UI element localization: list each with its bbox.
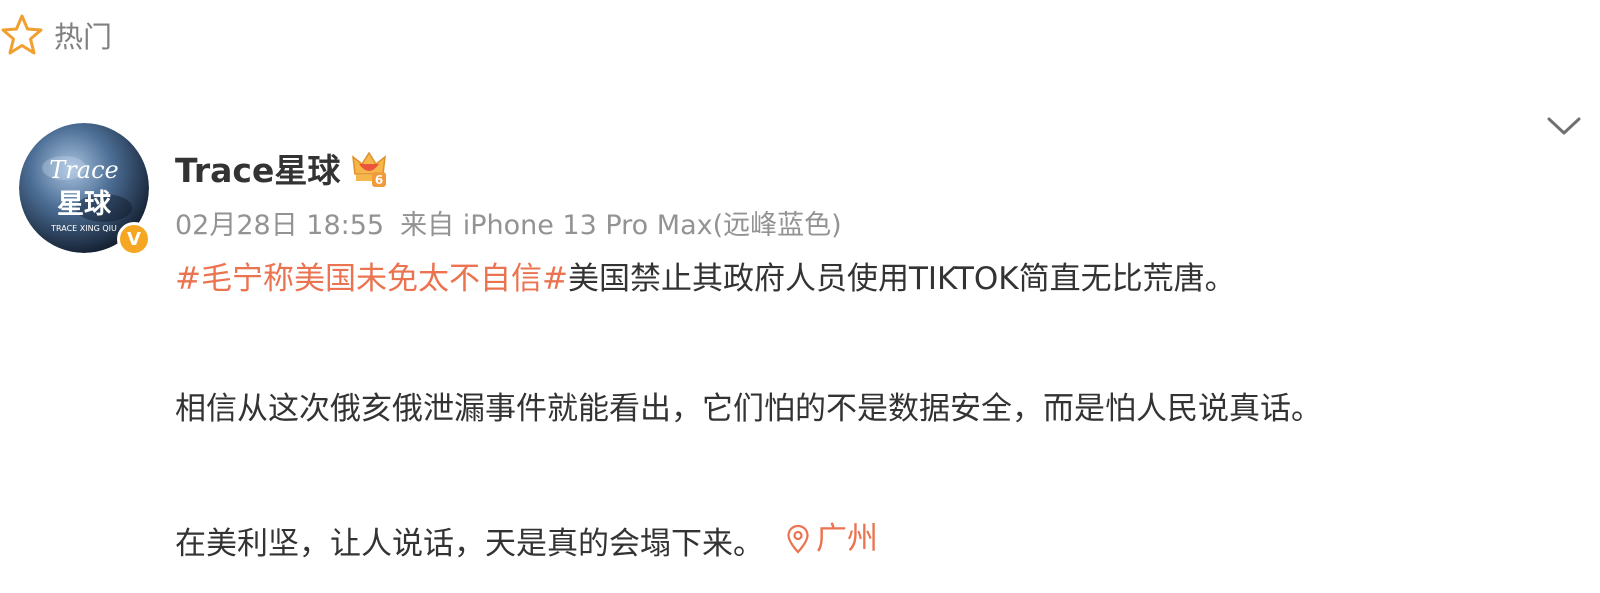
source-prefix: 来自 bbox=[400, 210, 455, 241]
weibo-post-card: 热门 Trace 星球 TRACE XING QIU V Trace星球 6 0… bbox=[0, 0, 1600, 593]
post-text-line: 在美利坚，让人说话，天是真的会塌下来。 bbox=[175, 526, 764, 562]
post-paragraph-3: 在美利坚，让人说话，天是真的会塌下来。 广州 bbox=[175, 514, 878, 569]
post-paragraph-1: #毛宁称美国未免太不自信#美国禁止其政府人员使用TIKTOK简直无比荒唐。 bbox=[175, 254, 1236, 304]
svg-text:星球: 星球 bbox=[57, 189, 112, 220]
post-text-line: 美国禁止其政府人员使用TIKTOK简直无比荒唐。 bbox=[567, 261, 1236, 297]
post-paragraph-2: 相信从这次俄亥俄泄漏事件就能看出，它们怕的不是数据安全，而是怕人民说真话。 bbox=[175, 384, 1322, 434]
hot-label: 热门 bbox=[54, 20, 113, 54]
svg-text:TRACE XING QIU: TRACE XING QIU bbox=[50, 224, 117, 233]
svg-text:6: 6 bbox=[375, 173, 383, 187]
source-device: iPhone 13 Pro Max(远峰蓝色) bbox=[462, 210, 842, 241]
chevron-down-icon[interactable] bbox=[1546, 113, 1582, 141]
post-time[interactable]: 02月28日 18:55 bbox=[175, 210, 384, 241]
star-outline-icon bbox=[1, 14, 43, 55]
post-text-line: 相信从这次俄亥俄泄漏事件就能看出，它们怕的不是数据安全，而是怕人民说真话。 bbox=[175, 391, 1322, 427]
svg-text:Trace: Trace bbox=[49, 156, 118, 184]
member-crown-icon[interactable]: 6 bbox=[350, 148, 388, 188]
hot-section-header[interactable]: 热门 bbox=[0, 10, 112, 60]
author-row: Trace星球 6 bbox=[175, 143, 388, 193]
location-pin-icon bbox=[787, 524, 809, 554]
verified-badge-icon: V bbox=[117, 222, 151, 256]
location-link[interactable]: 广州 bbox=[786, 514, 878, 564]
post-meta: 02月28日 18:55 来自 iPhone 13 Pro Max(远峰蓝色) bbox=[175, 203, 842, 242]
username[interactable]: Trace星球 bbox=[175, 144, 340, 192]
location-label: 广州 bbox=[816, 521, 878, 557]
hashtag-link[interactable]: #毛宁称美国未免太不自信# bbox=[175, 261, 568, 297]
avatar[interactable]: Trace 星球 TRACE XING QIU V bbox=[19, 123, 151, 256]
